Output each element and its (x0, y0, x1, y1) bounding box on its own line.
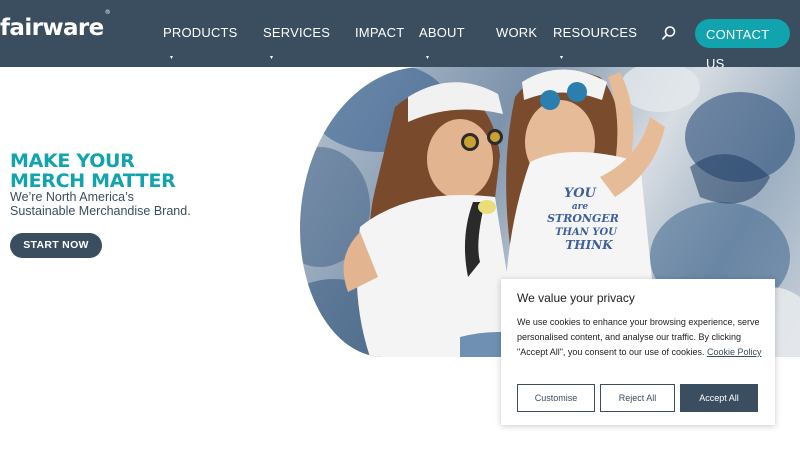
cookie-consent-banner: We value your privacy We use cookies to … (501, 279, 775, 425)
nav-products[interactable]: PRODUCTS ▾ (163, 25, 238, 61)
cookie-description: We use cookies to enhance your browsing … (517, 315, 763, 360)
nav-resources-label: RESOURCES (553, 25, 638, 40)
search-icon[interactable] (661, 25, 677, 41)
nav-impact-label: IMPACT (355, 25, 405, 40)
nav-work-label: WORK (496, 25, 538, 40)
shirt-text-5: THINK (565, 238, 613, 252)
contact-label: CONTACT (706, 27, 770, 42)
shirt-text-1: YOU (564, 186, 597, 201)
fairware-logo[interactable]: fairware® (0, 9, 111, 41)
subhead-line-2: Sustainable Merchandise Brand. (10, 204, 191, 218)
shirt-text-4: THAN YOU (555, 227, 618, 238)
contact-us-button[interactable]: CONTACT US (695, 19, 790, 71)
cookie-title: We value your privacy (517, 291, 635, 305)
reject-all-button[interactable]: Reject All (600, 384, 675, 412)
start-now-button[interactable]: START NOW (10, 233, 102, 258)
shirt-text-3: STRONGER (547, 212, 619, 225)
hero-headline: MAKE YOUR MERCH MATTER (10, 151, 270, 191)
logo-text: fairware (0, 15, 104, 41)
headline-line-2: MERCH MATTER (10, 170, 176, 192)
registered-mark: ® (104, 9, 111, 17)
nav-about[interactable]: ABOUT ▾ (419, 25, 465, 61)
chevron-down-icon[interactable]: ▾ (560, 54, 563, 61)
chevron-down-icon[interactable]: ▾ (270, 54, 273, 61)
headline-line-1: MAKE YOUR (10, 150, 135, 172)
chevron-down-icon[interactable]: ▾ (426, 54, 429, 61)
hero-subheading: We’re North America’s Sustainable Mercha… (10, 190, 270, 218)
nav-resources[interactable]: RESOURCES ▾ (553, 25, 638, 61)
customise-button[interactable]: Customise (517, 384, 595, 412)
cookie-policy-link[interactable]: Cookie Policy (707, 347, 762, 357)
nav-about-label: ABOUT (419, 25, 465, 40)
shirt-text-2: are (572, 202, 589, 212)
nav-services[interactable]: SERVICES ▾ (263, 25, 331, 61)
nav-impact[interactable]: IMPACT (355, 25, 404, 40)
chevron-down-icon[interactable]: ▾ (170, 54, 173, 61)
nav-products-label: PRODUCTS (163, 25, 238, 40)
nav-work[interactable]: WORK (496, 25, 537, 40)
accept-all-button[interactable]: Accept All (680, 384, 758, 412)
nav-services-label: SERVICES (263, 25, 331, 40)
subhead-line-1: We’re North America’s (10, 190, 134, 204)
site-header: fairware® PRODUCTS ▾ SERVICES ▾ IMPACT A… (0, 0, 800, 71)
